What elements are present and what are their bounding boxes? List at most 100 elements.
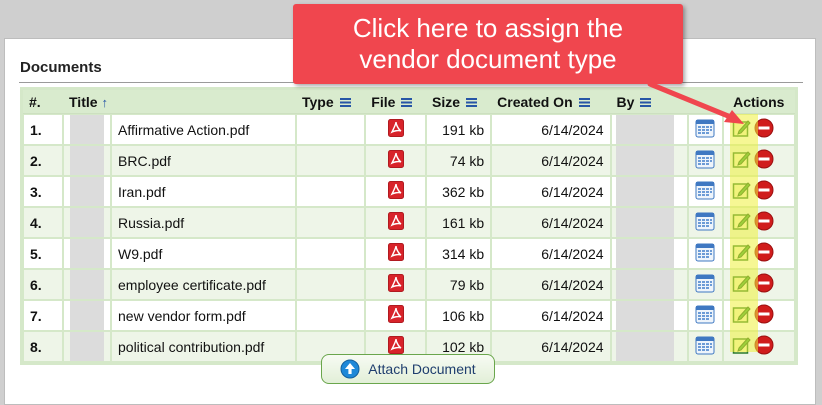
calendar-icon[interactable]	[695, 180, 715, 203]
document-title[interactable]: W9.pdf	[111, 238, 296, 269]
documents-table: #. Title↑ Type File Size Created On By	[20, 87, 798, 365]
menu-icon[interactable]	[401, 98, 413, 108]
calendar-cell[interactable]	[688, 269, 723, 300]
created-on: 6/14/2024	[491, 145, 611, 176]
col-title[interactable]: Title ↑	[63, 90, 296, 114]
delete-icon[interactable]	[754, 304, 774, 327]
delete-icon[interactable]	[754, 118, 774, 141]
pdf-icon[interactable]	[387, 305, 404, 326]
upload-arrow-icon	[340, 359, 360, 379]
created-on: 6/14/2024	[491, 207, 611, 238]
edit-icon[interactable]	[732, 149, 752, 172]
created-on: 6/14/2024	[491, 238, 611, 269]
created-on: 6/14/2024	[491, 300, 611, 331]
document-title[interactable]: political contribution.pdf	[111, 331, 296, 362]
edit-icon[interactable]	[732, 211, 752, 234]
edit-icon[interactable]	[732, 335, 752, 358]
document-size: 161 kb	[426, 207, 492, 238]
created-by	[610, 269, 689, 300]
attach-document-button[interactable]: Attach Document	[321, 354, 495, 384]
menu-icon[interactable]	[339, 98, 351, 108]
created-by	[610, 145, 689, 176]
delete-icon[interactable]	[754, 273, 774, 296]
delete-icon[interactable]	[754, 180, 774, 203]
edit-icon[interactable]	[732, 304, 752, 327]
pdf-icon[interactable]	[387, 150, 404, 171]
pdf-icon[interactable]	[387, 181, 404, 202]
calendar-icon[interactable]	[695, 211, 715, 234]
col-actions: Actions	[722, 90, 795, 114]
calendar-cell[interactable]	[688, 176, 723, 207]
file-cell[interactable]	[365, 300, 426, 331]
title-thumbnail	[63, 145, 111, 176]
menu-icon[interactable]	[578, 98, 590, 108]
arrow-up-icon[interactable]: ↑	[102, 95, 109, 110]
menu-icon[interactable]	[640, 98, 652, 108]
title-thumbnail	[63, 114, 111, 145]
row-number: 6.	[23, 269, 63, 300]
calendar-cell[interactable]	[688, 114, 723, 145]
pdf-icon[interactable]	[387, 243, 404, 264]
document-title[interactable]: Iran.pdf	[111, 176, 296, 207]
section-title: Documents	[20, 59, 102, 76]
calendar-icon[interactable]	[695, 273, 715, 296]
file-cell[interactable]	[365, 176, 426, 207]
calendar-cell[interactable]	[688, 331, 723, 362]
row-number: 1.	[23, 114, 63, 145]
col-created-on[interactable]: Created On	[491, 90, 611, 114]
delete-icon[interactable]	[754, 211, 774, 234]
file-cell[interactable]	[365, 207, 426, 238]
edit-icon[interactable]	[732, 180, 752, 203]
delete-icon[interactable]	[754, 242, 774, 265]
document-title[interactable]: BRC.pdf	[111, 145, 296, 176]
calendar-cell[interactable]	[688, 300, 723, 331]
edit-icon[interactable]	[732, 118, 752, 141]
delete-icon[interactable]	[754, 335, 774, 358]
actions-cell	[722, 207, 795, 238]
col-size[interactable]: Size	[426, 90, 492, 114]
col-number: #.	[23, 90, 63, 114]
created-on: 6/14/2024	[491, 331, 611, 362]
document-type	[295, 269, 366, 300]
actions-cell	[722, 145, 795, 176]
documents-panel: Documents #. Title ↑ Type File Size Creat…	[4, 38, 816, 405]
calendar-icon[interactable]	[695, 149, 715, 172]
menu-icon[interactable]	[466, 98, 478, 108]
edit-icon[interactable]	[732, 242, 752, 265]
document-size: 106 kb	[426, 300, 492, 331]
row-number: 8.	[23, 331, 63, 362]
pdf-icon[interactable]	[387, 212, 404, 233]
calendar-cell[interactable]	[688, 238, 723, 269]
table-row: 2. BRC.pdf 74 kb 6/14/2024	[23, 145, 795, 176]
table-row: 4. Russia.pdf 161 kb 6/14/2024	[23, 207, 795, 238]
edit-icon[interactable]	[732, 273, 752, 296]
title-thumbnail	[63, 331, 111, 362]
created-by	[610, 238, 689, 269]
file-cell[interactable]	[365, 114, 426, 145]
file-cell[interactable]	[365, 238, 426, 269]
created-by	[610, 331, 689, 362]
callout-line-1: Click here to assign the	[352, 13, 624, 43]
document-title[interactable]: Russia.pdf	[111, 207, 296, 238]
row-number: 5.	[23, 238, 63, 269]
calendar-icon[interactable]	[695, 304, 715, 327]
delete-icon[interactable]	[754, 149, 774, 172]
document-title[interactable]: employee certificate.pdf	[111, 269, 296, 300]
calendar-cell[interactable]	[688, 207, 723, 238]
document-title[interactable]: Affirmative Action.pdf	[111, 114, 296, 145]
file-cell[interactable]	[365, 145, 426, 176]
file-cell[interactable]	[365, 269, 426, 300]
calendar-icon[interactable]	[695, 118, 715, 141]
pdf-icon[interactable]	[387, 274, 404, 295]
calendar-icon[interactable]	[695, 242, 715, 265]
title-thumbnail	[63, 300, 111, 331]
document-title[interactable]: new vendor form.pdf	[111, 300, 296, 331]
created-by	[610, 207, 689, 238]
pdf-icon[interactable]	[387, 119, 404, 140]
col-type[interactable]: Type	[295, 90, 366, 114]
callout-line-2: vendor document type	[359, 44, 617, 74]
calendar-cell[interactable]	[688, 145, 723, 176]
col-by[interactable]: By	[610, 90, 723, 114]
calendar-icon[interactable]	[695, 335, 715, 358]
col-file[interactable]: File	[365, 90, 426, 114]
